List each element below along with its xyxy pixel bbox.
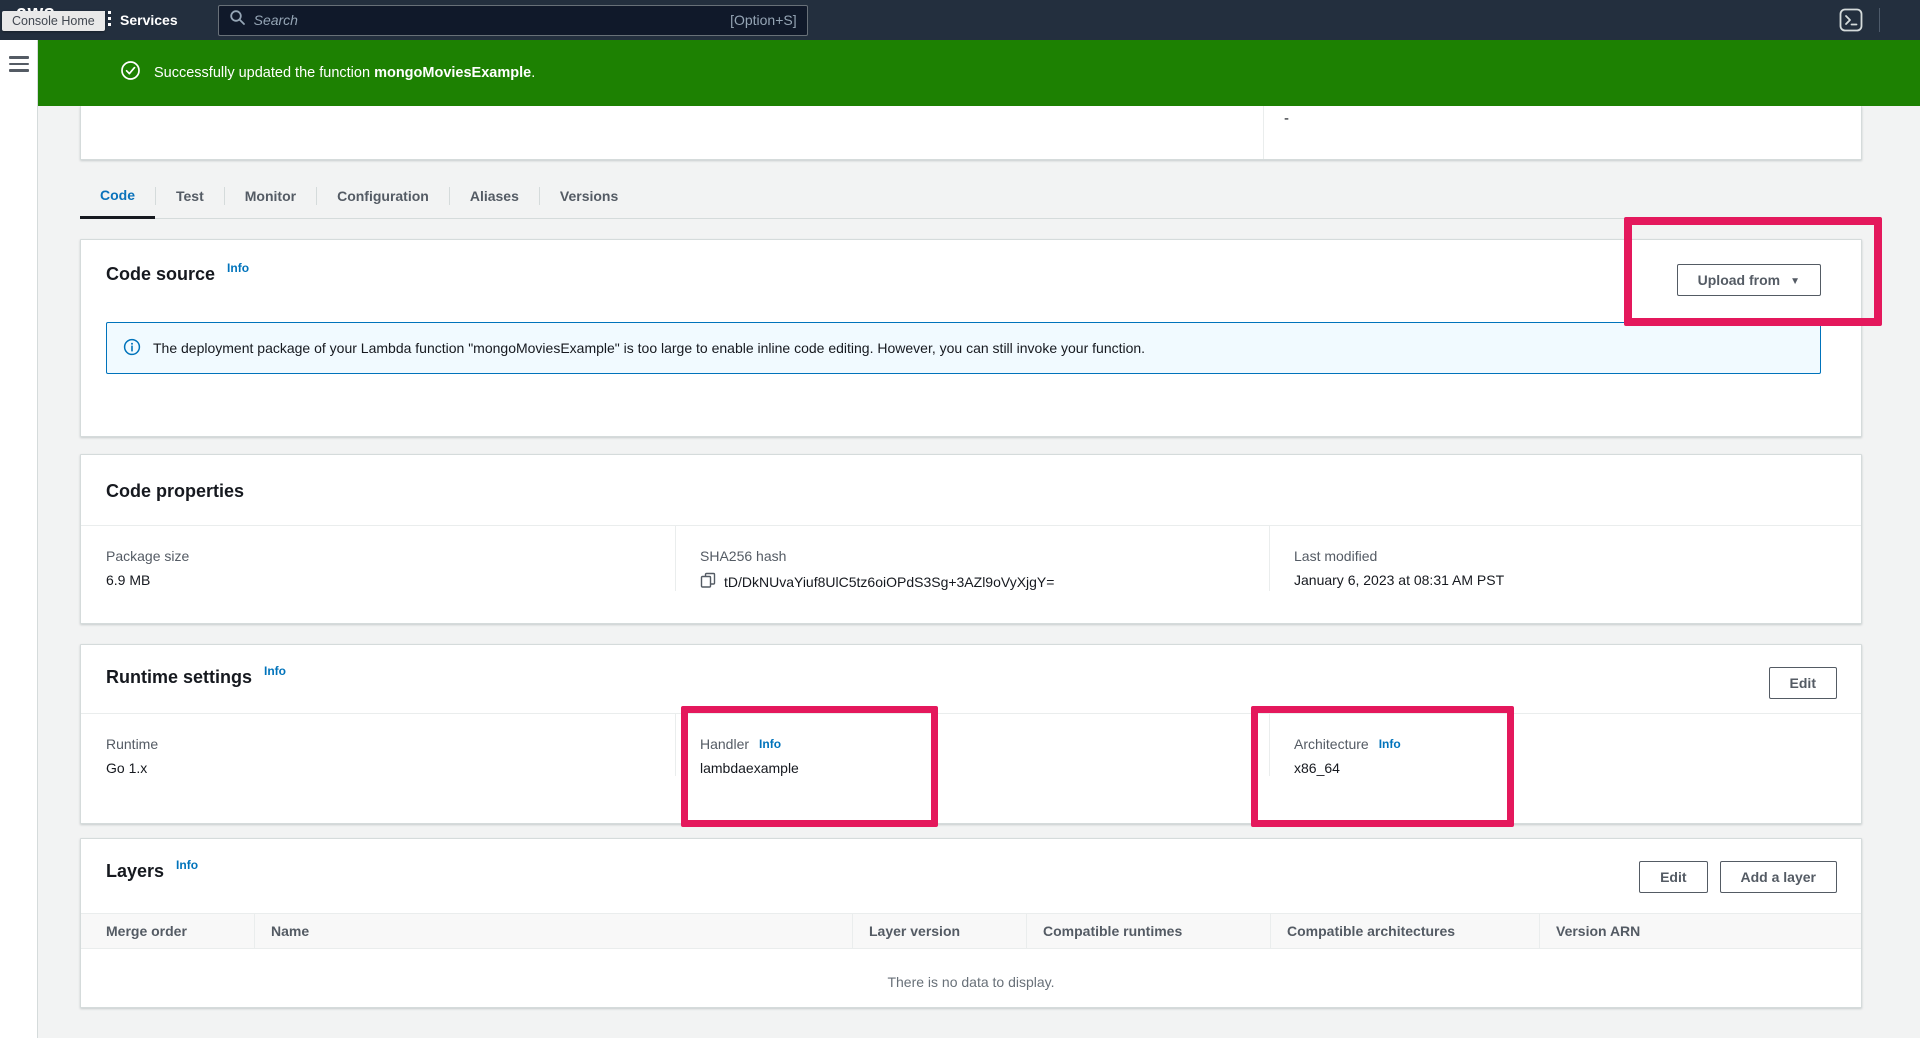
info-icon <box>123 338 141 359</box>
handler-label: Handler <box>700 736 749 752</box>
column-merge-order: Merge order <box>106 914 270 948</box>
services-label: Services <box>120 12 178 28</box>
flashbar-function-name: mongoMoviesExample <box>374 65 531 81</box>
package-size-field: Package size 6.9 MB <box>81 526 675 591</box>
tab-test[interactable]: Test <box>156 173 224 219</box>
sha256-hash-value: tD/DkNUvaYiuf8UlC5tz6oiOPdS3Sg+3AZl9oVyX… <box>724 574 1054 590</box>
layers-info-link[interactable]: Info <box>176 858 198 872</box>
alert-message: The deployment package of your Lambda fu… <box>153 340 1145 356</box>
runtime-settings-title: Runtime settings <box>106 667 252 688</box>
function-tabs: Code Test Monitor Configuration Aliases … <box>80 173 1862 219</box>
handler-field: Handler Info lambdaexample <box>675 714 1269 776</box>
cloudshell-terminal-icon[interactable] <box>1839 8 1863 32</box>
overview-empty-value: - <box>1284 110 1289 127</box>
search-icon <box>229 9 246 31</box>
code-source-header: Code source Info Upload from▼ <box>106 264 1837 296</box>
global-search-box[interactable]: [Option+S] <box>218 5 808 36</box>
column-name: Name <box>254 914 868 948</box>
function-overview-partial-card: - <box>80 106 1862 160</box>
sha256-hash-label: SHA256 hash <box>700 548 1269 564</box>
menu-hamburger-icon[interactable] <box>9 56 29 72</box>
column-layer-version: Layer version <box>852 914 1042 948</box>
code-properties-title: Code properties <box>106 481 1861 502</box>
runtime-settings-fields: Runtime Go 1.x Handler Info lambdaexample… <box>81 714 1861 776</box>
add-a-layer-button[interactable]: Add a layer <box>1720 861 1837 893</box>
package-size-value: 6.9 MB <box>106 572 675 588</box>
collapsed-side-navigation <box>0 40 38 1038</box>
code-source-info-link[interactable]: Info <box>227 261 249 275</box>
column-compatible-runtimes: Compatible runtimes <box>1026 914 1286 948</box>
main-content: - Code Test Monitor Configuration Aliase… <box>38 106 1920 1038</box>
tab-versions[interactable]: Versions <box>540 173 638 219</box>
tab-configuration[interactable]: Configuration <box>317 173 449 219</box>
success-flashbar: Successfully updated the function mongoM… <box>38 40 1920 106</box>
console-home-tooltip-text: Console Home <box>12 14 95 28</box>
tab-aliases[interactable]: Aliases <box>450 173 539 219</box>
layers-edit-button[interactable]: Edit <box>1639 861 1707 893</box>
runtime-field: Runtime Go 1.x <box>81 714 675 776</box>
handler-info-link[interactable]: Info <box>759 737 781 751</box>
flashbar-message: Successfully updated the function mongoM… <box>154 65 535 81</box>
inline-editing-info-alert: The deployment package of your Lambda fu… <box>106 322 1821 374</box>
runtime-settings-edit-button[interactable]: Edit <box>1769 667 1837 699</box>
package-size-label: Package size <box>106 548 675 564</box>
top-navigation-bar: aws Console Home Services <box>0 0 1920 40</box>
code-properties-card: Code properties Package size 6.9 MB SHA2… <box>80 454 1862 624</box>
architecture-info-link[interactable]: Info <box>1379 737 1401 751</box>
last-modified-field: Last modified January 6, 2023 at 08:31 A… <box>1269 526 1861 591</box>
column-version-arn: Version ARN <box>1539 914 1861 948</box>
search-shortcut-hint: [Option+S] <box>730 12 797 28</box>
last-modified-label: Last modified <box>1294 548 1861 564</box>
nav-divider <box>1879 8 1880 32</box>
layers-card: Layers Info Edit Add a layer Merge order… <box>80 838 1862 1008</box>
layers-title: Layers <box>106 861 164 882</box>
architecture-label: Architecture <box>1294 736 1369 752</box>
layers-header: Layers Info Edit Add a layer <box>81 839 1861 893</box>
caret-down-icon: ▼ <box>1790 276 1800 287</box>
copy-icon[interactable] <box>700 572 716 591</box>
architecture-value: x86_64 <box>1294 760 1861 776</box>
runtime-settings-info-link[interactable]: Info <box>264 664 286 678</box>
search-input[interactable] <box>254 12 722 28</box>
last-modified-value: January 6, 2023 at 08:31 AM PST <box>1294 572 1861 588</box>
tab-monitor[interactable]: Monitor <box>225 173 316 219</box>
code-properties-header: Code properties <box>81 455 1861 502</box>
runtime-label: Runtime <box>106 736 675 752</box>
nav-right-group <box>1839 8 1880 32</box>
code-properties-fields: Package size 6.9 MB SHA256 hash tD/DkNUv… <box>81 526 1861 591</box>
success-check-icon <box>120 60 141 86</box>
column-compatible-architectures: Compatible architectures <box>1270 914 1555 948</box>
runtime-settings-card: Runtime settings Info Edit Runtime Go 1.… <box>80 644 1862 824</box>
code-source-card: Code source Info Upload from▼ The deploy… <box>80 239 1862 437</box>
console-home-tooltip: Console Home <box>2 11 105 31</box>
code-source-title: Code source <box>106 264 215 285</box>
upload-from-button[interactable]: Upload from▼ <box>1677 264 1821 296</box>
services-menu-button[interactable]: Services <box>96 0 178 40</box>
runtime-value: Go 1.x <box>106 760 675 776</box>
tab-code[interactable]: Code <box>80 173 155 219</box>
column-divider <box>1263 106 1264 159</box>
sha256-hash-field: SHA256 hash tD/DkNUvaYiuf8UlC5tz6oiOPdS3… <box>675 526 1269 591</box>
runtime-settings-header: Runtime settings Info Edit <box>81 645 1861 699</box>
layers-table-header: Merge order Name Layer version Compatibl… <box>81 913 1861 949</box>
architecture-field: Architecture Info x86_64 <box>1269 714 1861 776</box>
handler-value: lambdaexample <box>700 760 1269 776</box>
layers-empty-state: There is no data to display. <box>81 949 1861 1015</box>
